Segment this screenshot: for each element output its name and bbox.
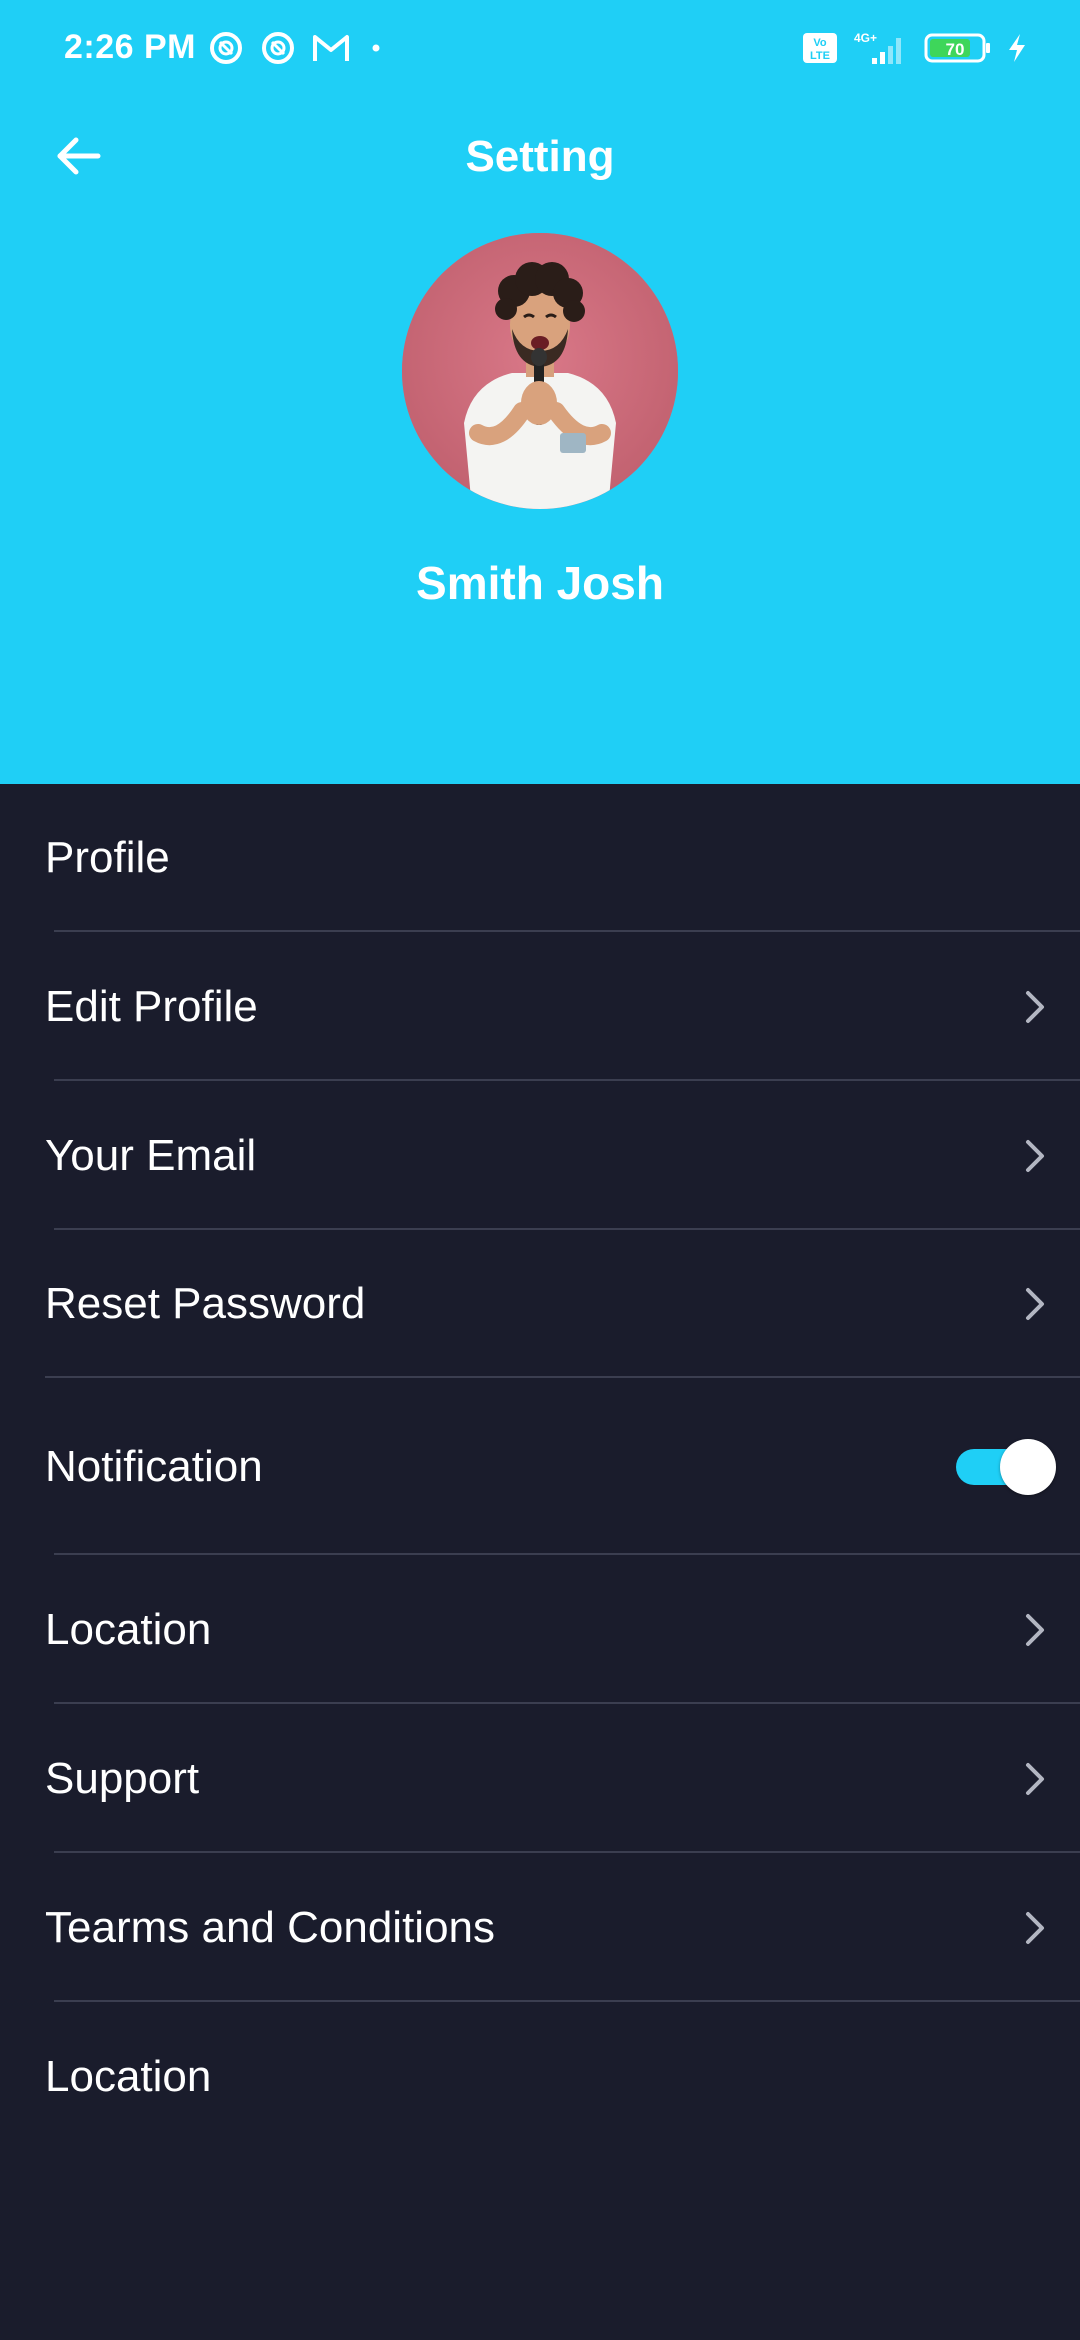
top-app-bar: Setting xyxy=(0,120,1080,200)
system-status-icons: Vo LTE 4G+ 70 xyxy=(802,30,1028,66)
svg-text:70: 70 xyxy=(946,40,965,59)
row-label: Notification xyxy=(45,1441,263,1491)
chevron-right-icon xyxy=(1014,987,1054,1027)
svg-text:LTE: LTE xyxy=(810,50,830,62)
settings-screen: 2:26 PM Vo LTE 4G+ 70 Setting Smith Josh… xyxy=(0,0,1080,2340)
chevron-right-icon xyxy=(1014,1610,1054,1650)
volte-icon: Vo LTE xyxy=(803,33,837,63)
list-item-notification: Notification xyxy=(0,1378,1080,1555)
profile-photo xyxy=(402,233,678,509)
list-item-reset-password[interactable]: Reset Password xyxy=(0,1230,1080,1378)
chevron-right-icon xyxy=(1014,1136,1054,1176)
settings-list: Profile Edit Profile Your Email Reset Pa… xyxy=(0,784,1080,2152)
row-label: Reset Password xyxy=(45,1279,366,1328)
avatar[interactable] xyxy=(402,233,678,509)
svg-text:4G+: 4G+ xyxy=(854,31,877,45)
sync-icon xyxy=(262,32,294,64)
list-item-edit-profile[interactable]: Edit Profile xyxy=(0,932,1080,1081)
list-item-terms-and-conditions[interactable]: Tearms and Conditions xyxy=(0,1853,1080,2002)
row-label: Profile xyxy=(45,833,170,882)
charging-icon xyxy=(1009,34,1025,62)
list-item-profile: Profile xyxy=(0,784,1080,932)
svg-text:Vo: Vo xyxy=(813,37,827,49)
list-item-support[interactable]: Support xyxy=(0,1704,1080,1853)
profile-header: 2:26 PM Vo LTE 4G+ 70 Setting Smith Josh xyxy=(0,0,1080,784)
user-name: Smith Josh xyxy=(416,557,664,609)
dot-icon xyxy=(372,44,380,52)
sync-icon xyxy=(210,32,242,64)
list-item-location-2[interactable]: Location xyxy=(0,2002,1080,2152)
row-label: Location xyxy=(45,1604,212,1654)
page-title: Setting xyxy=(465,132,615,181)
row-label: Tearms and Conditions xyxy=(45,1902,496,1952)
chevron-right-icon xyxy=(1014,1908,1054,1948)
row-label: Location xyxy=(45,2052,212,2101)
status-time: 2:26 PM xyxy=(64,28,196,66)
list-item-your-email[interactable]: Your Email xyxy=(0,1081,1080,1230)
signal-4g-icon: 4G+ xyxy=(854,31,901,64)
notification-toggle[interactable] xyxy=(954,1438,1056,1495)
chevron-right-icon xyxy=(1014,1759,1054,1799)
toggle-knob xyxy=(1000,1438,1056,1495)
status-bar: 2:26 PM Vo LTE 4G+ 70 xyxy=(0,0,1080,100)
battery-icon: 70 xyxy=(924,33,990,63)
row-label: Your Email xyxy=(45,1130,257,1180)
row-label: Edit Profile xyxy=(45,981,258,1031)
chevron-right-icon xyxy=(1014,1284,1054,1324)
row-label: Support xyxy=(45,1753,200,1803)
notification-icons xyxy=(208,30,386,66)
list-item-location[interactable]: Location xyxy=(0,1555,1080,1704)
gmail-icon xyxy=(313,35,349,61)
